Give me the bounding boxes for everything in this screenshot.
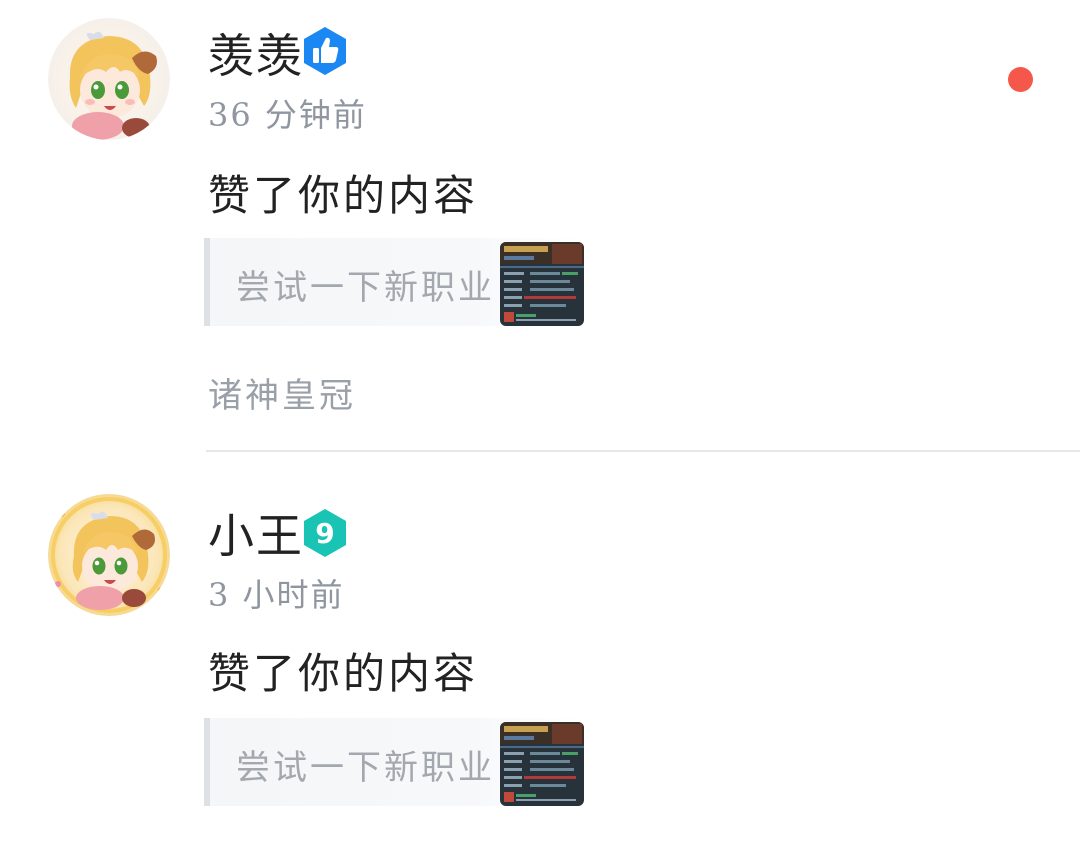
content-thumbnail bbox=[500, 242, 584, 326]
badge-level: 9 bbox=[315, 517, 334, 550]
timestamp: 3 小时前 bbox=[208, 576, 345, 614]
timestamp: 36 分钟前 bbox=[208, 96, 367, 134]
user-avatar[interactable] bbox=[48, 18, 170, 140]
divider bbox=[206, 450, 1080, 452]
username[interactable]: 羡羡 bbox=[208, 20, 304, 86]
topic-tag[interactable]: 诸神皇冠 bbox=[208, 368, 356, 417]
user-avatar[interactable] bbox=[48, 494, 170, 616]
quoted-text: 尝试一下新职业 bbox=[236, 268, 495, 308]
quoted-content[interactable]: 尝试一下新职业 bbox=[204, 718, 584, 806]
quoted-text: 尝试一下新职业 bbox=[236, 748, 495, 788]
action-text: 赞了你的内容 bbox=[208, 171, 479, 220]
action-text: 赞了你的内容 bbox=[208, 649, 479, 698]
quoted-content[interactable]: 尝试一下新职业 bbox=[204, 238, 584, 326]
thumbs-up-icon bbox=[302, 26, 348, 76]
unread-dot bbox=[1008, 67, 1033, 92]
username[interactable]: 小王 bbox=[208, 500, 304, 566]
level-9-icon: 9 bbox=[302, 508, 348, 558]
content-thumbnail bbox=[500, 722, 584, 806]
